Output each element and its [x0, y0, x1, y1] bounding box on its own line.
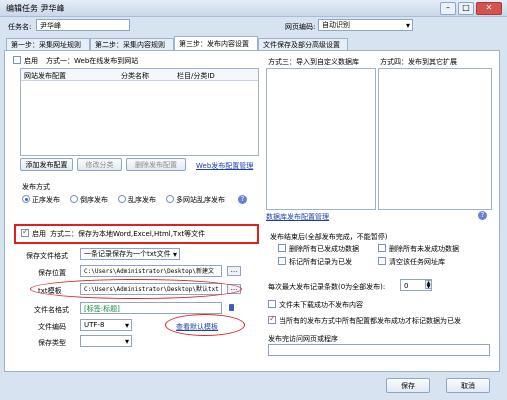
edit-category-button[interactable]: 修改分类 — [77, 158, 122, 171]
skip-file-label: 文件未下载成功不发布内容 — [279, 301, 363, 309]
close-button[interactable]: ✕ — [476, 2, 502, 15]
db-publish-list[interactable] — [266, 68, 376, 210]
mode-multisite-radio[interactable] — [166, 195, 174, 203]
title-bar: 编辑任务 尹华峰 – □ ✕ — [0, 0, 507, 17]
method2-enable-checkbox[interactable] — [21, 227, 29, 237]
mode-reverse-radio[interactable] — [70, 195, 78, 203]
max-publish-label: 每次最大发布记录条数(0为全部发布): — [268, 283, 386, 291]
file-encoding-select[interactable]: UTF-8 — [80, 319, 132, 331]
mode-reverse-label: 倒序发布 — [80, 196, 108, 204]
clear-url-db-label: 清空该任务网址库 — [389, 258, 445, 266]
mark-published-checkbox[interactable] — [278, 257, 286, 265]
delete-failed-label: 删除所有未发成功数据 — [389, 245, 459, 253]
save-button[interactable]: 保存 — [386, 378, 430, 393]
save-type-label: 保存类型 — [38, 339, 66, 347]
file-encoding-value: UTF-8 — [84, 321, 105, 329]
method1-enable-checkbox[interactable] — [13, 56, 21, 64]
encoding-select[interactable]: 自动识别 — [318, 19, 413, 31]
delete-publish-config-button[interactable]: 删除发布配置 — [126, 158, 186, 171]
help-icon[interactable]: ? — [478, 211, 487, 220]
mode-multisite-label: 多网站乱序发布 — [176, 196, 225, 204]
tag-icon[interactable] — [229, 304, 234, 311]
grid-col-id: 栏目/分类ID — [177, 72, 215, 80]
save-location-label: 保存位置 — [38, 269, 66, 277]
all-success-mark-checkbox[interactable] — [268, 314, 276, 324]
template-highlight-ellipse — [30, 279, 242, 299]
delete-success-checkbox[interactable] — [278, 244, 286, 252]
save-type-select[interactable] — [80, 335, 132, 347]
tab-step3[interactable]: 第三步：发布内容设置 — [174, 36, 258, 51]
save-format-select[interactable]: 一条记录保存为一个txt文件 — [80, 248, 180, 260]
method4-title: 方式四：发布到其它扩展 — [380, 58, 457, 66]
grid-col-config: 网站发布配置 — [24, 72, 66, 80]
method2-enable-label: 启用 — [32, 230, 46, 238]
browse-location-button[interactable]: ... — [227, 266, 241, 276]
template-link-highlight — [165, 314, 245, 336]
skip-file-checkbox[interactable] — [268, 300, 276, 308]
web-publish-config-link[interactable]: Web发布配置管理 — [196, 161, 253, 171]
method2-desc: 方式二：保存为本地Word,Excel,Html,Txt等文件 — [50, 230, 206, 238]
mark-published-label: 标记所有记录为已发 — [289, 258, 352, 266]
clear-url-db-checkbox[interactable] — [378, 257, 386, 265]
encoding-select-value: 自动识别 — [322, 21, 350, 29]
visit-after-publish-input[interactable] — [268, 344, 490, 356]
visit-after-publish-label: 发布完访问网页或程序 — [268, 335, 338, 343]
db-publish-config-link[interactable]: 数据库发布配置管理 — [266, 212, 329, 222]
encoding-label: 网页编码: — [285, 23, 316, 31]
web-publish-grid[interactable]: 网站发布配置 分类名称 栏目/分类ID — [20, 68, 259, 156]
help-icon[interactable]: ? — [238, 195, 247, 204]
method3-title: 方式三：导入到自定义数据库 — [268, 58, 359, 66]
filename-format-input[interactable]: [标签:标题] — [80, 302, 222, 314]
add-publish-config-button[interactable]: 添加发布配置 — [20, 158, 73, 171]
method1-desc: 方式一：Web在线发布到网站 — [46, 57, 139, 65]
maximize-button[interactable]: □ — [458, 2, 474, 15]
save-format-label: 保存文件格式 — [26, 252, 68, 260]
method1-enable-label: 启用 — [24, 57, 38, 65]
spinner-icon[interactable]: ▲ ▼ — [425, 280, 432, 290]
file-encoding-label: 文件编码 — [38, 323, 66, 331]
after-publish-title: 发布结束后(全部发布完成，不能暂停) — [270, 233, 388, 241]
mode-random-radio[interactable] — [118, 195, 126, 203]
task-name-input[interactable]: 尹华峰 — [36, 19, 130, 31]
cancel-button[interactable]: 取消 — [446, 378, 490, 393]
task-name-label: 任务名: — [8, 23, 32, 31]
all-success-mark-label: 当所有的发布方式中所有配置都发布成功才标记数据为已发 — [279, 317, 461, 325]
grid-header: 网站发布配置 分类名称 栏目/分类ID — [21, 69, 258, 81]
ext-publish-list[interactable] — [378, 68, 492, 210]
mode-random-label: 乱序发布 — [128, 196, 156, 204]
grid-col-category: 分类名称 — [121, 72, 149, 80]
mode-forward-radio[interactable] — [22, 195, 30, 203]
filename-format-label: 文件名格式 — [34, 306, 69, 314]
minimize-button[interactable]: – — [440, 2, 456, 15]
delete-success-label: 删除所有已发成功数据 — [289, 245, 359, 253]
publish-mode-label: 发布方式 — [22, 183, 50, 191]
window-title: 编辑任务 尹华峰 — [6, 4, 65, 13]
save-format-value: 一条记录保存为一个txt文件 — [84, 250, 171, 258]
save-location-input[interactable]: C:\Users\Administrator\Desktop\新建文 — [80, 265, 222, 277]
delete-failed-checkbox[interactable] — [378, 244, 386, 252]
mode-forward-label: 正序发布 — [32, 196, 60, 204]
